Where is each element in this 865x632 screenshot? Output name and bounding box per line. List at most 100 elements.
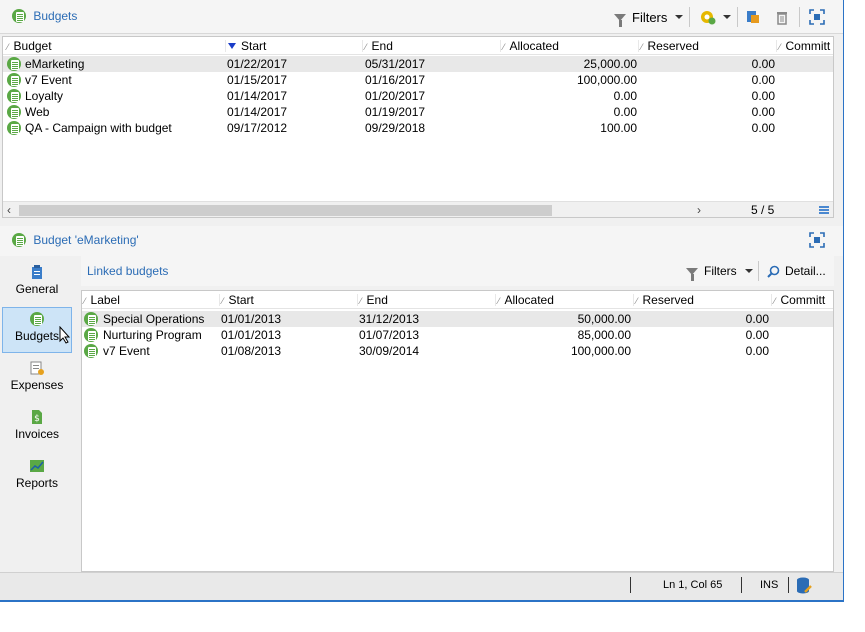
maximize-button[interactable]	[809, 232, 825, 251]
nav-invoices[interactable]: $ Invoices	[2, 406, 72, 452]
column-header-start[interactable]: ⁄ Start	[222, 293, 254, 307]
column-label: Start	[241, 39, 267, 53]
end-date: 05/31/2017	[365, 57, 426, 71]
search-icon	[767, 265, 780, 278]
chart-icon	[30, 460, 44, 472]
column-divider[interactable]	[225, 40, 226, 52]
reserved-amount: 0.00	[751, 105, 775, 119]
nav-budgets[interactable]: Budgets	[2, 307, 72, 353]
maximize-icon	[809, 9, 825, 25]
table-row[interactable]: Special Operations 01/01/2013 31/12/2013…	[82, 311, 833, 327]
column-divider[interactable]	[357, 294, 358, 306]
application-window: Budgets Filters ⁄ Budget Start ⁄ End ⁄ A…	[0, 0, 844, 602]
column-header-start[interactable]: Start	[228, 39, 266, 53]
allocated-amount: 100.00	[600, 121, 637, 135]
budget-icon	[7, 73, 21, 87]
nav-label: Reports	[15, 476, 59, 490]
column-header-allocated[interactable]: ⁄ Allocated	[503, 39, 559, 53]
record-count: 5 / 5	[751, 203, 775, 217]
scrollbar-thumb[interactable]	[19, 205, 552, 216]
insert-mode: INS	[760, 579, 779, 591]
column-divider[interactable]	[776, 40, 777, 52]
nav-general[interactable]: General	[2, 261, 72, 307]
allocated-amount: 100,000.00	[570, 344, 631, 358]
column-label: Start	[228, 293, 254, 307]
detail-nav: General Budgets Expenses $ Invoices Repo…	[0, 256, 80, 572]
start-date: 01/15/2017	[227, 73, 288, 87]
budget-name: v7 Event	[25, 73, 72, 87]
column-header-reserved[interactable]: ⁄ Reserved	[641, 39, 699, 53]
column-header-budget[interactable]: ⁄ Budget	[7, 39, 52, 53]
column-divider[interactable]	[362, 40, 363, 52]
column-header-label[interactable]: ⁄ Label	[84, 293, 120, 307]
end-date: 09/29/2018	[365, 121, 426, 135]
column-label: Reserved	[647, 39, 699, 53]
column-divider[interactable]	[500, 40, 501, 52]
duplicate-button[interactable]	[745, 8, 761, 26]
table-row[interactable]: Loyalty 01/14/2017 01/20/2017 0.00 0.00	[3, 88, 833, 104]
allocated-amount: 50,000.00	[577, 312, 631, 326]
budget-name: Loyalty	[25, 89, 64, 103]
database-icon[interactable]	[796, 577, 812, 595]
column-header-committed[interactable]: ⁄ Committ	[779, 39, 830, 53]
reserved-amount: 0.00	[745, 328, 769, 342]
budget-detail-title: Budget 'eMarketing'	[12, 232, 139, 247]
column-label: Label	[90, 293, 120, 307]
scroll-left-icon[interactable]: ‹	[7, 203, 11, 217]
toolbar-divider	[758, 261, 759, 281]
nav-expenses[interactable]: Expenses	[2, 357, 72, 403]
table-row[interactable]: Web 01/14/2017 01/19/2017 0.00 0.00	[3, 104, 833, 120]
allocated-amount: 85,000.00	[577, 328, 631, 342]
budgets-list-title: Budgets	[12, 8, 77, 23]
allocated-amount: 0.00	[613, 89, 637, 103]
reserved-amount: 0.00	[751, 121, 775, 135]
filters-button[interactable]: Filters	[614, 8, 684, 27]
budget-detail-title-text: Budget 'eMarketing'	[33, 233, 139, 247]
budget-icon	[7, 89, 21, 103]
column-divider[interactable]	[771, 294, 772, 306]
filters-button[interactable]: Filters	[686, 262, 753, 281]
budget-label: v7 Event	[103, 344, 150, 358]
budget-icon	[84, 344, 98, 358]
start-date: 09/17/2012	[227, 121, 288, 135]
column-divider[interactable]	[638, 40, 639, 52]
budget-detail-header: Budget 'eMarketing'	[0, 226, 843, 256]
column-header-end[interactable]: ⁄ End	[360, 293, 388, 307]
column-header-committed[interactable]: ⁄ Committ	[774, 293, 825, 307]
nav-reports[interactable]: Reports	[2, 455, 72, 501]
end-date: 01/20/2017	[365, 89, 426, 103]
scroll-right-icon[interactable]: ›	[697, 203, 701, 217]
duplicate-icon	[747, 11, 759, 23]
end-date: 31/12/2013	[359, 312, 420, 326]
nav-label: Expenses	[10, 378, 64, 392]
linked-budgets-toolbar: Linked budgets Filters Detail...	[81, 256, 834, 286]
maximize-icon	[809, 232, 825, 248]
budget-icon	[7, 105, 21, 119]
filters-label: Filters	[632, 9, 668, 25]
table-row[interactable]: eMarketing 01/22/2017 05/31/2017 25,000.…	[3, 56, 833, 72]
column-divider[interactable]	[633, 294, 634, 306]
column-header-reserved[interactable]: ⁄ Reserved	[636, 293, 694, 307]
table-row[interactable]: v7 Event 01/15/2017 01/16/2017 100,000.0…	[3, 72, 833, 88]
column-header-end[interactable]: ⁄ End	[365, 39, 393, 53]
budget-name: eMarketing	[25, 57, 85, 71]
actions-button[interactable]	[699, 8, 731, 26]
filter-icon	[614, 13, 626, 27]
detail-button[interactable]: Detail...	[767, 262, 826, 280]
budget-label: Special Operations	[103, 312, 205, 326]
end-date: 01/19/2017	[365, 105, 426, 119]
horizontal-scrollbar[interactable]: ‹ › 5 / 5	[3, 201, 833, 217]
column-divider[interactable]	[495, 294, 496, 306]
table-row[interactable]: v7 Event 01/08/2013 30/09/2014 100,000.0…	[82, 343, 833, 359]
column-label: Reserved	[642, 293, 694, 307]
list-menu-icon[interactable]	[819, 206, 829, 215]
maximize-button[interactable]	[809, 8, 825, 26]
column-divider[interactable]	[219, 294, 220, 306]
column-header-allocated[interactable]: ⁄ Allocated	[498, 293, 554, 307]
table-row[interactable]: Nurturing Program 01/01/2013 01/07/2013 …	[82, 327, 833, 343]
cursor-position: Ln 1, Col 65	[663, 579, 723, 591]
start-date: 01/14/2017	[227, 89, 288, 103]
delete-button[interactable]	[774, 8, 790, 26]
reserved-amount: 0.00	[745, 344, 769, 358]
table-row[interactable]: QA - Campaign with budget 09/17/2012 09/…	[3, 120, 833, 136]
